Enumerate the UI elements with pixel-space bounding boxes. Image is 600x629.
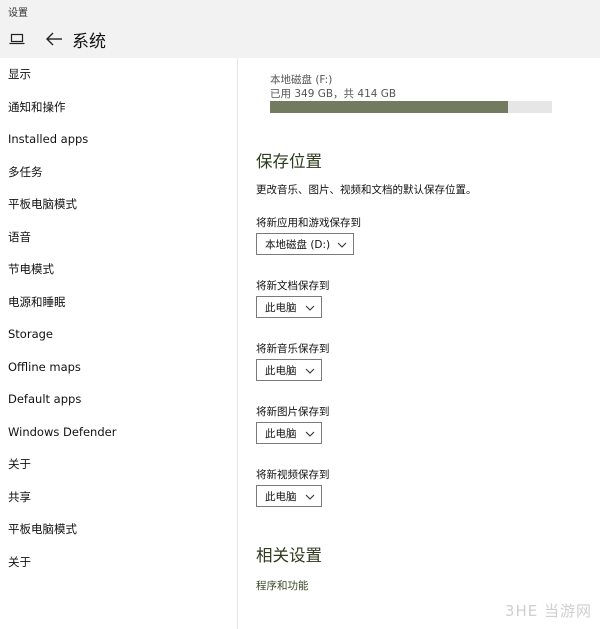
music-save-label: 将新音乐保存到: [256, 343, 330, 355]
drive-usage-fill: [270, 101, 508, 113]
music-save-dropdown[interactable]: 此电脑: [256, 359, 322, 381]
sidebar-item-about-2[interactable]: 关于: [0, 546, 237, 579]
related-settings-heading: 相关设置: [256, 546, 322, 565]
sidebar-item-offline-maps[interactable]: Offline maps: [0, 351, 237, 384]
chevron-down-icon: [305, 366, 315, 374]
page-header: 系统: [0, 20, 600, 58]
page-title: 系统: [72, 31, 106, 52]
save-locations-heading: 保存位置: [256, 152, 322, 171]
sidebar: 显示 通知和操作 Installed apps 多任务 平板电脑模式 语音 节电…: [0, 58, 238, 629]
chevron-down-icon: [337, 240, 347, 248]
window-title: 设置: [0, 0, 600, 20]
documents-save-dropdown[interactable]: 此电脑: [256, 296, 322, 318]
sidebar-item-multitasking[interactable]: 多任务: [0, 156, 237, 189]
music-save-value: 此电脑: [265, 364, 297, 377]
pictures-save-value: 此电脑: [265, 427, 297, 440]
apps-save-value: 本地磁盘 (D:): [265, 238, 331, 251]
sidebar-item-about[interactable]: 关于: [0, 448, 237, 481]
save-locations-description: 更改音乐、图片、视频和文档的默认保存位置。: [256, 184, 477, 196]
sidebar-item-windows-defender[interactable]: Windows Defender: [0, 416, 237, 449]
sidebar-item-share[interactable]: 共享: [0, 481, 237, 514]
pictures-save-label: 将新图片保存到: [256, 406, 330, 418]
sidebar-item-installed-apps[interactable]: Installed apps: [0, 123, 237, 156]
sidebar-item-storage[interactable]: Storage: [0, 318, 237, 351]
sidebar-item-tablet-mode[interactable]: 平板电脑模式: [0, 188, 237, 221]
chevron-down-icon: [305, 429, 315, 437]
chevron-down-icon: [305, 492, 315, 500]
documents-save-label: 将新文档保存到: [256, 280, 330, 292]
pictures-save-dropdown[interactable]: 此电脑: [256, 422, 322, 444]
drive-usage-bar: [270, 101, 552, 113]
sidebar-item-battery-saver[interactable]: 节电模式: [0, 253, 237, 286]
watermark: 3HE 当游网: [504, 602, 592, 620]
programs-features-link[interactable]: 程序和功能: [256, 578, 309, 593]
videos-save-label: 将新视频保存到: [256, 469, 330, 481]
apps-save-label: 将新应用和游戏保存到: [256, 217, 361, 229]
sidebar-item-notifications[interactable]: 通知和操作: [0, 91, 237, 124]
sidebar-item-speech[interactable]: 语音: [0, 221, 237, 254]
main-content: 本地磁盘 (F:) 已用 349 GB，共 414 GB 保存位置 更改音乐、图…: [239, 58, 600, 629]
sidebar-item-default-apps[interactable]: Default apps: [0, 383, 237, 416]
drive-name: 本地磁盘 (F:): [270, 74, 333, 86]
videos-save-dropdown[interactable]: 此电脑: [256, 485, 322, 507]
chevron-down-icon: [305, 303, 315, 311]
sidebar-item-display[interactable]: 显示: [0, 58, 237, 91]
back-arrow-icon[interactable]: [44, 31, 64, 47]
laptop-icon: [8, 32, 26, 46]
apps-save-dropdown[interactable]: 本地磁盘 (D:): [256, 233, 354, 255]
videos-save-value: 此电脑: [265, 490, 297, 503]
sidebar-item-tablet-mode-2[interactable]: 平板电脑模式: [0, 513, 237, 546]
drive-usage-text: 已用 349 GB，共 414 GB: [270, 88, 397, 100]
sidebar-item-power-sleep[interactable]: 电源和睡眠: [0, 286, 237, 319]
documents-save-value: 此电脑: [265, 301, 297, 314]
